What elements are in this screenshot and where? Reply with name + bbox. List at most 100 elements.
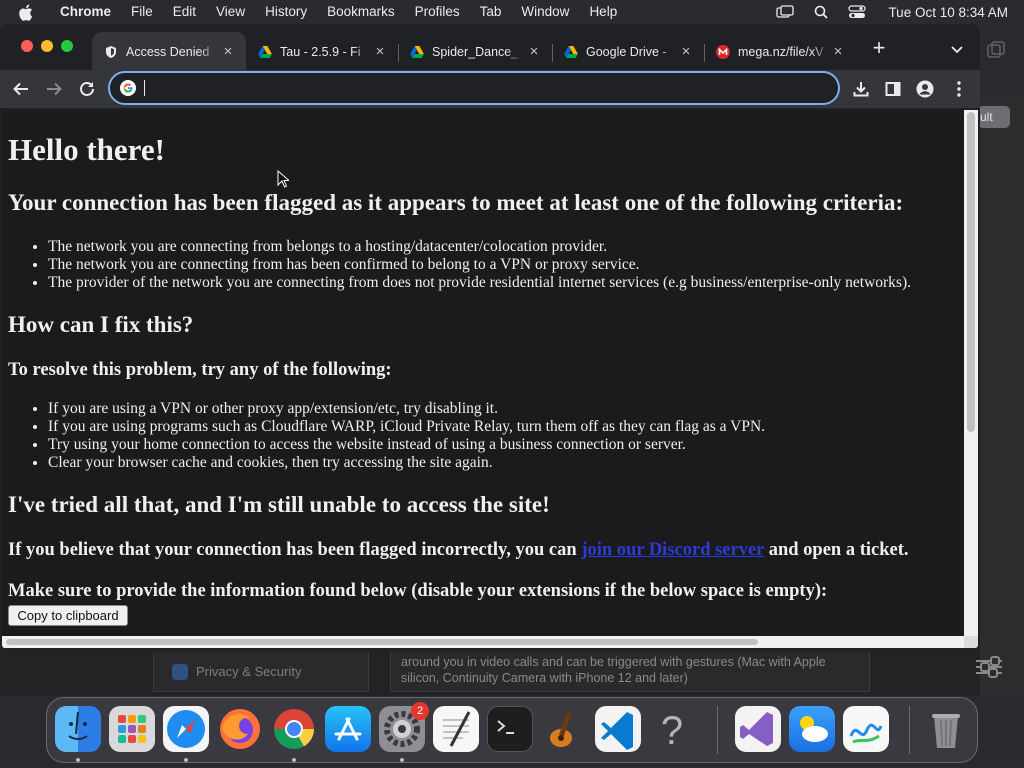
menu-window[interactable]: Window [511, 0, 579, 24]
chrome-icon[interactable] [271, 706, 317, 752]
back-arrow-icon[interactable] [10, 78, 32, 100]
background-button[interactable]: ult [978, 106, 1010, 128]
running-indicator [292, 758, 296, 762]
flagged-heading: Your connection has been flagged as it a… [8, 190, 904, 215]
freeform-icon[interactable] [843, 706, 889, 752]
apple-icon[interactable] [18, 0, 40, 24]
weather-icon[interactable] [789, 706, 835, 752]
menu-bookmarks[interactable]: Bookmarks [317, 0, 405, 24]
visual-studio-icon[interactable] [735, 706, 781, 752]
garageband-icon[interactable] [541, 706, 587, 752]
close-window-button[interactable] [21, 40, 33, 52]
list-item: The network you are connecting from has … [48, 256, 911, 274]
sliders-icon[interactable] [976, 656, 1002, 680]
google-drive-icon [258, 46, 272, 58]
launchpad-icon[interactable] [109, 706, 155, 752]
menu-file[interactable]: File [121, 0, 163, 24]
list-item: If you are using a VPN or other proxy ap… [48, 400, 765, 418]
menu-tab[interactable]: Tab [470, 0, 512, 24]
privacy-security-item[interactable]: Privacy & Security [153, 652, 369, 692]
help-question-icon[interactable]: ? [649, 706, 695, 753]
close-tab-icon[interactable]: × [372, 44, 388, 60]
textedit-icon[interactable] [433, 706, 479, 752]
side-panel-icon[interactable] [882, 78, 904, 100]
text-caret [144, 80, 145, 96]
zoom-window-button[interactable] [61, 40, 73, 52]
window-overlay-icon[interactable] [986, 40, 1006, 60]
close-tab-icon[interactable]: × [220, 44, 236, 60]
running-indicator [184, 758, 188, 762]
tab-access-denied[interactable]: Access Denied × [92, 32, 246, 72]
tab-strip: Access Denied × Tau - 2.5.9 - Fi × Spide… [0, 24, 980, 72]
svg-text:?: ? [661, 709, 683, 752]
list-item: The provider of the network you are conn… [48, 274, 911, 292]
menu-view[interactable]: View [206, 0, 255, 24]
list-item: If you are using programs such as Cloudf… [48, 418, 765, 436]
menu-edit[interactable]: Edit [163, 0, 206, 24]
tab-title: Tau - 2.5.9 - Fi [280, 45, 361, 59]
discord-link[interactable]: join our Discord server [581, 540, 764, 560]
vertical-scrollbar[interactable] [964, 110, 978, 636]
tab-search-chevron-icon[interactable] [948, 40, 966, 58]
address-bar[interactable] [108, 71, 840, 105]
mouse-cursor-icon [277, 170, 289, 188]
criteria-list: The network you are connecting from belo… [48, 238, 911, 292]
fixes-list: If you are using a VPN or other proxy ap… [48, 400, 765, 472]
page-viewport: Hello there! Your connection has been fl… [2, 110, 964, 636]
privacy-label: Privacy & Security [196, 664, 302, 679]
menu-history[interactable]: History [255, 0, 317, 24]
horizontal-scroll-thumb[interactable] [6, 639, 758, 645]
spotlight-search-icon[interactable] [812, 5, 830, 19]
copy-to-clipboard-button[interactable]: Copy to clipboard [8, 605, 128, 626]
new-tab-button[interactable]: + [868, 37, 890, 60]
reload-icon[interactable] [76, 78, 98, 100]
trash-icon[interactable] [923, 706, 969, 752]
list-item: The network you are connecting from belo… [48, 238, 911, 256]
dock: 2 ? [46, 697, 978, 763]
forward-arrow-icon[interactable] [43, 78, 65, 100]
tab-title: Google Drive - [586, 45, 667, 59]
background-description: around you in video calls and can be tri… [390, 652, 870, 692]
control-center-icon[interactable] [848, 5, 867, 19]
menu-profiles[interactable]: Profiles [405, 0, 470, 24]
profile-avatar-icon[interactable] [914, 78, 936, 100]
incorrect-prefix: If you believe that your connection has … [8, 540, 577, 560]
running-indicator [76, 758, 80, 762]
tab-google-drive[interactable]: Google Drive - × [552, 32, 704, 72]
screen-mirroring-icon[interactable] [776, 5, 795, 19]
vscode-icon[interactable] [595, 706, 641, 752]
close-tab-icon[interactable]: × [526, 44, 542, 60]
provide-info-text: Make sure to provide the information fou… [8, 581, 828, 601]
app-store-icon[interactable] [325, 706, 371, 752]
vertical-scroll-thumb[interactable] [967, 112, 975, 432]
more-menu-icon[interactable] [948, 78, 970, 100]
terminal-icon[interactable] [487, 706, 533, 752]
firefox-icon[interactable] [217, 706, 263, 752]
omnibox-input[interactable] [153, 80, 813, 96]
resolve-heading: To resolve this problem, try any of the … [8, 360, 392, 380]
close-tab-icon[interactable]: × [830, 44, 846, 60]
page-heading: Hello there! [8, 132, 165, 167]
menu-clock[interactable]: Tue Oct 10 8:34 AM [888, 5, 1008, 20]
finder-icon[interactable] [55, 706, 101, 752]
close-tab-icon[interactable]: × [678, 44, 694, 60]
privacy-icon [172, 663, 188, 680]
tried-heading: I've tried all that, and I'm still unabl… [8, 492, 550, 517]
system-settings-icon[interactable]: 2 [379, 702, 429, 752]
chrome-window: Access Denied × Tau - 2.5.9 - Fi × Spide… [0, 24, 980, 650]
menu-bar: Chrome File Edit View History Bookmarks … [0, 0, 1024, 24]
tab-mega[interactable]: mega.nz/file/xV × [704, 32, 856, 72]
tab-spider-dance[interactable]: Spider_Dance_ × [398, 32, 552, 72]
minimize-window-button[interactable] [41, 40, 53, 52]
tab-tau[interactable]: Tau - 2.5.9 - Fi × [246, 32, 398, 72]
horizontal-scrollbar[interactable] [2, 636, 964, 648]
google-drive-icon [410, 46, 424, 58]
download-icon[interactable] [850, 78, 872, 100]
safari-icon[interactable] [163, 706, 209, 752]
scrollbar-corner [964, 636, 978, 648]
list-item: Clear your browser cache and cookies, th… [48, 454, 765, 472]
list-item: Try using your home connection to access… [48, 436, 765, 454]
menu-help[interactable]: Help [579, 0, 627, 24]
menu-app-chrome[interactable]: Chrome [60, 0, 121, 24]
google-drive-icon [564, 46, 578, 58]
